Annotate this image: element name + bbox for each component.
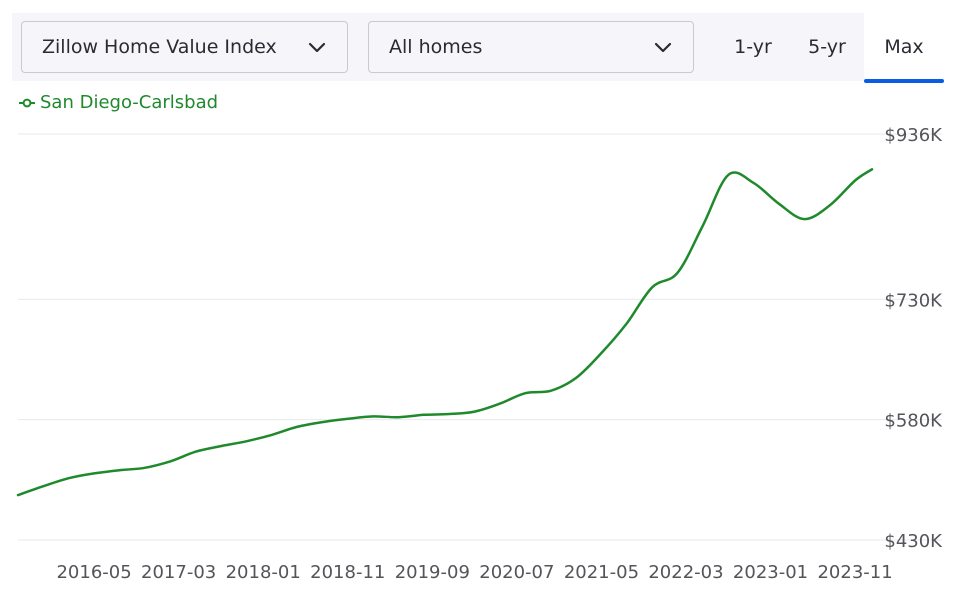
x-tick-label: 2018-11 [310, 562, 385, 583]
series-line-san-diego-carlsbad[interactable] [16, 168, 874, 497]
y-tick-label: $730K [884, 290, 943, 311]
y-tick-label: $430K [884, 531, 943, 552]
x-tick-label: 2022-03 [648, 562, 723, 583]
x-tick-label: 2023-01 [733, 562, 808, 583]
x-tick-label: 2016-05 [56, 562, 131, 583]
x-tick-label: 2018-01 [226, 562, 301, 583]
x-tick-label: 2021-05 [564, 562, 639, 583]
y-tick-label: $580K [884, 411, 943, 432]
x-tick-label: 2019-09 [395, 562, 470, 583]
x-tick-label: 2020-07 [479, 562, 554, 583]
x-tick-label: 2017-03 [141, 562, 216, 583]
y-tick-label: $936K [884, 125, 943, 146]
gridlines [18, 133, 942, 541]
series-layer [16, 168, 874, 497]
x-tick-label: 2023-11 [817, 562, 892, 583]
line-chart: $430K $580K $730K $936K 2016-05 2017-03 2018-… [16, 125, 943, 583]
x-axis-ticks: 2016-05 2017-03 2018-01 2018-11 2019-09 2020-… [56, 562, 892, 583]
y-axis-ticks: $430K $580K $730K $936K [884, 125, 943, 552]
